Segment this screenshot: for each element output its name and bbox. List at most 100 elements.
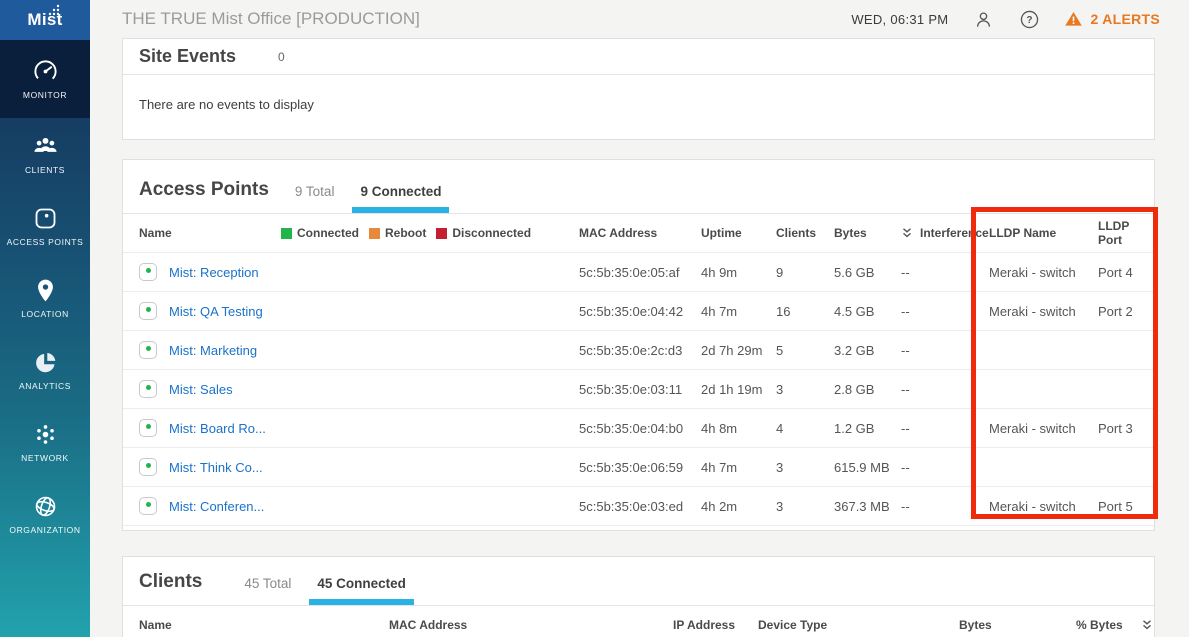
help-icon[interactable]: ?: [1018, 8, 1040, 30]
chevron-double-down-icon[interactable]: [1141, 619, 1153, 631]
column-header-bytes[interactable]: Bytes: [834, 226, 901, 240]
column-header-interference[interactable]: Interference: [901, 226, 989, 240]
ap-lldp-port: Port 4: [1098, 265, 1156, 280]
ap-lldp-name: Meraki - switch: [989, 304, 1098, 319]
sidebar-item-analytics[interactable]: ANALYTICS: [0, 334, 90, 406]
ap-status-icon: [139, 497, 157, 515]
tab-clients-total[interactable]: 45 Total: [244, 576, 291, 605]
sidebar-item-clients[interactable]: CLIENTS: [0, 118, 90, 190]
ap-clients: 16: [776, 304, 834, 319]
ap-lldp-port: Port 2: [1098, 304, 1156, 319]
pie-chart-icon: [32, 349, 59, 376]
site-events-card: Site Events 0 There are no events to dis…: [122, 38, 1155, 140]
hub-icon: [32, 421, 59, 448]
tab-ap-connected[interactable]: 9 Connected: [360, 184, 441, 213]
sidebar-item-organization[interactable]: ORGANIZATION: [0, 478, 90, 550]
ap-interference: --: [901, 421, 989, 436]
page: Mist MONITOR CLIENTS: [0, 0, 1189, 637]
ap-mac: 5c:5b:35:0e:04:42: [579, 304, 701, 319]
column-header-lldp-port[interactable]: LLDP Port: [1098, 219, 1156, 247]
ap-clients: 3: [776, 460, 834, 475]
column-header-clients[interactable]: Clients: [776, 226, 834, 240]
ap-interference: --: [901, 499, 989, 514]
ap-bytes: 3.2 GB: [834, 343, 901, 358]
sidebar-item-location[interactable]: LOCATION: [0, 262, 90, 334]
legend-disconnected: Disconnected: [436, 226, 531, 240]
disconnected-swatch-icon: [436, 228, 447, 239]
site-events-title: Site Events: [139, 46, 236, 67]
sidebar-item-access-points[interactable]: ACCESS POINTS: [0, 190, 90, 262]
sidebar-item-label: ORGANIZATION: [9, 525, 80, 535]
active-tab-underline: [309, 599, 414, 605]
ap-uptime: 4h 8m: [701, 421, 776, 436]
globe-icon: [32, 493, 59, 520]
column-header-mac[interactable]: MAC Address: [389, 618, 673, 632]
map-pin-icon: [32, 277, 59, 304]
mist-logo-dots-icon: [47, 3, 62, 16]
ap-status-icon: [139, 380, 157, 398]
site-events-empty-message: There are no events to display: [123, 75, 1154, 139]
column-header-name[interactable]: Name: [139, 618, 389, 632]
access-points-title: Access Points: [139, 179, 269, 213]
ap-uptime: 4h 7m: [701, 460, 776, 475]
table-row: Mist: Sales 5c:5b:35:0e:03:11 2d 1h 19m …: [123, 369, 1154, 408]
ap-clients: 4: [776, 421, 834, 436]
ap-bytes: 1.2 GB: [834, 421, 901, 436]
clients-card: Clients 45 Total 45 Connected Name MAC A…: [122, 556, 1155, 637]
ap-interference: --: [901, 460, 989, 475]
user-account-icon[interactable]: [972, 8, 994, 30]
gauge-icon: [32, 58, 59, 85]
column-header-name[interactable]: Name: [139, 226, 281, 240]
alerts-count-label: 2 ALERTS: [1090, 11, 1160, 27]
ap-mac: 5c:5b:35:0e:03:11: [579, 382, 701, 397]
access-points-header: Access Points 9 Total 9 Connected: [123, 160, 1154, 214]
ap-name-link[interactable]: Mist: Think Co...: [169, 460, 263, 475]
sidebar-item-network[interactable]: NETWORK: [0, 406, 90, 478]
mist-logo[interactable]: Mist: [0, 0, 90, 40]
column-header-lldp-name[interactable]: LLDP Name: [989, 226, 1098, 240]
ap-clients: 9: [776, 265, 834, 280]
column-header-device-type[interactable]: Device Type: [758, 618, 959, 632]
reboot-swatch-icon: [369, 228, 380, 239]
sidebar: Mist MONITOR CLIENTS: [0, 0, 90, 637]
ap-bytes: 4.5 GB: [834, 304, 901, 319]
site-title: THE TRUE Mist Office [PRODUCTION]: [122, 9, 420, 29]
ap-lldp-name: Meraki - switch: [989, 421, 1098, 436]
site-events-header: Site Events 0: [123, 39, 1154, 75]
ap-clients: 3: [776, 382, 834, 397]
ap-name-link[interactable]: Mist: Sales: [169, 382, 233, 397]
ap-name-link[interactable]: Mist: Conferen...: [169, 499, 264, 514]
column-header-uptime[interactable]: Uptime: [701, 226, 776, 240]
ap-interference: --: [901, 265, 989, 280]
ap-interference: --: [901, 382, 989, 397]
tab-ap-total[interactable]: 9 Total: [295, 184, 335, 213]
ap-uptime: 4h 9m: [701, 265, 776, 280]
ap-status-icon: [139, 419, 157, 437]
ap-name-link[interactable]: Mist: Reception: [169, 265, 259, 280]
clients-header: Clients 45 Total 45 Connected: [123, 557, 1154, 606]
legend-connected-label: Connected: [297, 226, 359, 240]
column-header-percent-bytes[interactable]: % Bytes: [1076, 618, 1123, 632]
ap-status-icon: [139, 341, 157, 359]
column-header-bytes[interactable]: Bytes: [959, 618, 1076, 632]
chevron-double-down-icon[interactable]: [901, 227, 913, 239]
access-points-card: Access Points 9 Total 9 Connected Name C…: [122, 159, 1155, 531]
ap-uptime: 4h 2m: [701, 499, 776, 514]
ap-uptime: 2d 7h 29m: [701, 343, 776, 358]
ap-name-link[interactable]: Mist: Marketing: [169, 343, 257, 358]
ap-mac: 5c:5b:35:0e:06:59: [579, 460, 701, 475]
sidebar-item-monitor[interactable]: MONITOR: [0, 40, 90, 118]
ap-name-link[interactable]: Mist: QA Testing: [169, 304, 263, 319]
ap-clients: 3: [776, 499, 834, 514]
clients-table-header: Name MAC Address IP Address Device Type …: [123, 606, 1154, 637]
topbar: THE TRUE Mist Office [PRODUCTION] WED, 0…: [90, 0, 1189, 38]
table-row: Mist: Board Ro... 5c:5b:35:0e:04:b0 4h 8…: [123, 408, 1154, 447]
column-header-ip[interactable]: IP Address: [673, 618, 758, 632]
ap-interference: --: [901, 304, 989, 319]
column-header-mac[interactable]: MAC Address: [579, 226, 701, 240]
alerts-button[interactable]: 2 ALERTS: [1064, 10, 1160, 28]
tab-clients-connected[interactable]: 45 Connected: [317, 576, 406, 605]
ap-name-link[interactable]: Mist: Board Ro...: [169, 421, 266, 436]
ap-status-icon: [139, 458, 157, 476]
ap-lldp-name: Meraki - switch: [989, 499, 1098, 514]
